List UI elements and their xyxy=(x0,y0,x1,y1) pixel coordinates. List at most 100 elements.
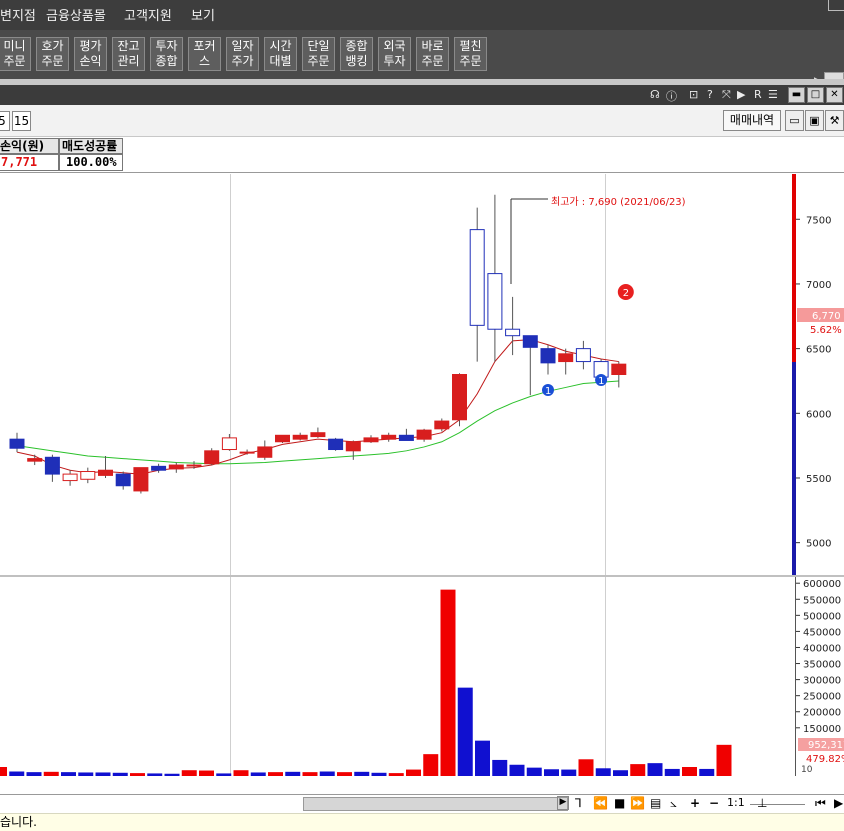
toolbar-button-expanded-order[interactable]: 펼친 주문 xyxy=(454,37,487,71)
candle-body xyxy=(115,473,131,487)
help-icon[interactable]: ? xyxy=(707,88,713,101)
maximize-button[interactable]: □ xyxy=(807,87,824,103)
volume-bar xyxy=(682,767,697,776)
folder-icon[interactable]: ▭ xyxy=(785,110,804,131)
toolbar-button-foreign[interactable]: 외국 투자 xyxy=(378,37,411,71)
price-chart-canvas[interactable]: 7500 7000 6500 6000 5500 5000 최고가 : 7,690 (20… xyxy=(0,174,844,575)
volume-tick-label: 250000 xyxy=(803,692,841,703)
volume-bar xyxy=(181,770,197,776)
status-bar: 습니다. xyxy=(0,813,844,831)
close-button[interactable]: ✕ xyxy=(826,87,843,103)
bracket-icon[interactable]: ⅂ xyxy=(575,796,582,810)
toolbar-button-balance[interactable]: 잔고 관리 xyxy=(112,37,145,71)
signal-marker-label: 1 xyxy=(545,386,551,397)
volume-chart-canvas[interactable]: 600000 550000 500000 450000 400000 350000 3000… xyxy=(0,577,844,776)
save-icon[interactable]: ▣ xyxy=(805,110,824,131)
play-icon[interactable]: ▶ xyxy=(737,88,745,101)
volume-bar xyxy=(630,764,646,776)
headset-icon[interactable]: ☊ xyxy=(650,88,660,101)
quick-toolbar: 미니 주문 호가 주문 평가 손익 잔고 관리 투자 종합 포커 스 일자 주가 시간 대별 단… xyxy=(0,30,844,92)
rewind-icon[interactable]: ⏪ xyxy=(593,796,608,810)
volume-chart[interactable]: 600000 550000 500000 450000 400000 350000 3000… xyxy=(0,577,844,776)
candle-body xyxy=(540,348,556,364)
toolbar-button-focus[interactable]: 포커 스 xyxy=(188,37,221,71)
trade-history-button[interactable]: 매매내역 xyxy=(723,110,781,131)
r-icon[interactable]: R xyxy=(754,88,762,101)
volume-tick-label: 500000 xyxy=(803,611,841,622)
stop-icon[interactable]: ■ xyxy=(614,796,625,810)
candle-body xyxy=(98,469,113,476)
candle-body xyxy=(522,335,538,348)
candle-body xyxy=(328,438,344,451)
chart-options-bar: 5 15 매매내역 ▭ ▣ ⚒ xyxy=(0,105,844,137)
volume-tick-label: 350000 xyxy=(803,660,841,671)
candle-body xyxy=(257,446,273,458)
candle-body xyxy=(44,456,60,475)
candle-body xyxy=(133,467,149,492)
toolbar-button-single-order[interactable]: 단일 주문 xyxy=(302,37,335,71)
toolbar-button-quote-order[interactable]: 호가 주문 xyxy=(36,37,69,71)
volume-tick-label: 300000 xyxy=(803,676,841,687)
volume-bar xyxy=(595,768,611,776)
list-icon[interactable]: ☰ xyxy=(768,88,778,101)
price-axis-down-bar xyxy=(792,362,796,575)
volume-bar xyxy=(492,759,508,776)
chart-scrollbar[interactable] xyxy=(303,797,568,811)
scroll-right-icon[interactable]: ▶ xyxy=(557,796,569,810)
fast-forward-icon[interactable]: ⏩ xyxy=(630,796,645,810)
volume-bar xyxy=(9,771,25,776)
chart-navigation-bar: ▶ ⅂ ⏪ ■ ⏩ ▤ ⦣ + − 1:1 ⊥ ⏮ ▶ xyxy=(0,794,844,813)
volume-bar xyxy=(95,772,111,776)
expand-icon[interactable]: ⤧ xyxy=(722,88,731,102)
volume-bar xyxy=(647,763,663,776)
period-button-15[interactable]: 15 xyxy=(12,111,31,131)
volume-bar xyxy=(216,773,232,776)
toolbar-button-eval-pnl[interactable]: 평가 손익 xyxy=(74,37,107,71)
price-tick-label: 5000 xyxy=(806,539,831,550)
success-rate-value: 100.00% xyxy=(59,154,123,171)
angle-tool-icon[interactable]: ⦣ xyxy=(670,796,677,811)
volume-bar xyxy=(285,771,301,776)
volume-bar xyxy=(233,770,249,776)
info-icon[interactable]: ⓘ xyxy=(666,88,677,104)
chat-icon[interactable]: ⊡ xyxy=(689,88,698,101)
menu-item-view[interactable]: 보기 xyxy=(191,5,215,24)
first-page-icon[interactable]: ⏮ xyxy=(815,796,826,811)
zoom-slider-handle[interactable]: ⊥ xyxy=(757,796,767,810)
period-button-5[interactable]: 5 xyxy=(0,111,10,131)
profit-header: 손익(원) xyxy=(0,138,59,154)
candle-body xyxy=(292,434,308,440)
toolbar-button-investment[interactable]: 투자 종합 xyxy=(150,37,183,71)
volume-bar xyxy=(699,768,715,776)
volume-tick-label: 400000 xyxy=(803,643,841,654)
volume-bar xyxy=(475,740,490,776)
volume-bar xyxy=(664,768,680,776)
menu-item-customer-support[interactable]: 고객지원 xyxy=(124,5,172,24)
volume-bar xyxy=(319,771,335,776)
menu-item-financial-mall[interactable]: 금융상품몰 xyxy=(46,5,106,24)
candle-body xyxy=(9,438,25,449)
price-chart[interactable]: 7500 7000 6500 6000 5500 5000 최고가 : 7,690 (20… xyxy=(0,174,844,575)
next-page-icon[interactable]: ▶ xyxy=(834,796,843,810)
minimize-button[interactable]: ▬ xyxy=(788,87,805,103)
wrench-icon[interactable]: ⚒ xyxy=(825,110,844,131)
price-tick-label: 6500 xyxy=(806,345,831,356)
zoom-out-icon[interactable]: − xyxy=(709,796,719,810)
volume-tick-label: 550000 xyxy=(803,595,841,606)
zoom-ratio-label[interactable]: 1:1 xyxy=(727,796,745,809)
toolbar-button-time-series[interactable]: 시간 대별 xyxy=(264,37,297,71)
menu-item-branch[interactable]: 변지점 xyxy=(0,5,36,24)
candle-body xyxy=(62,473,78,482)
candle-body xyxy=(487,273,503,330)
table-view-icon[interactable]: ▤ xyxy=(650,796,661,810)
candle-body xyxy=(363,437,379,443)
volume-bar xyxy=(0,767,7,776)
toolbar-button-daily-price[interactable]: 일자 주가 xyxy=(226,37,259,71)
zoom-in-icon[interactable]: + xyxy=(690,796,700,810)
volume-last-label: 952,317 xyxy=(808,740,844,751)
volume-bar xyxy=(268,772,283,776)
toolbar-button-banking[interactable]: 종합 뱅킹 xyxy=(340,37,373,71)
toolbar-button-mini-order[interactable]: 미니 주문 xyxy=(0,37,31,71)
volume-bar xyxy=(388,773,404,776)
toolbar-button-quick-order[interactable]: 바로 주문 xyxy=(416,37,449,71)
